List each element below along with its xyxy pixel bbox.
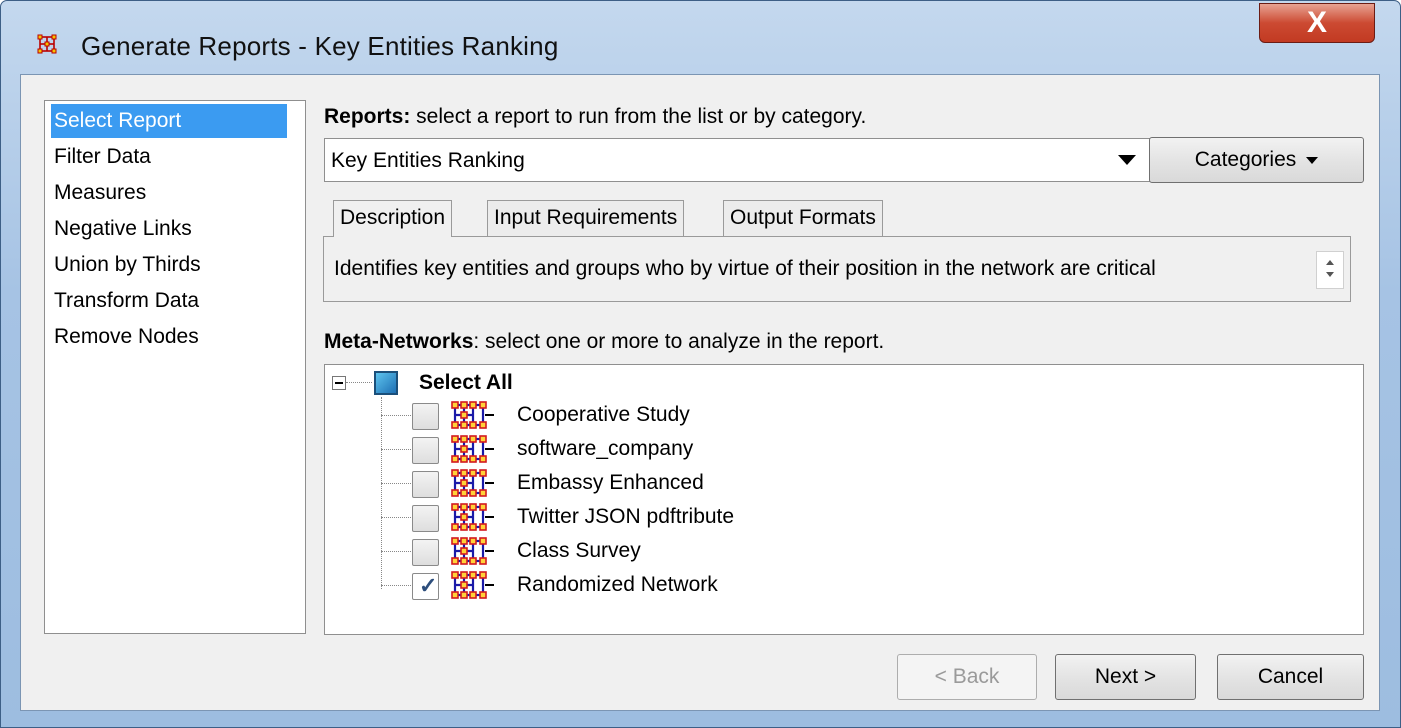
tree-branch: [381, 585, 411, 586]
step-select-report[interactable]: Select Report: [51, 104, 287, 138]
network-checkbox[interactable]: [412, 539, 439, 566]
tree-row: Twitter JSON pdftribute: [381, 501, 981, 535]
reports-label-text: select a report to run from the list or …: [410, 105, 867, 128]
tree-row: Embassy Enhanced: [381, 467, 981, 501]
meta-network-icon: [451, 503, 495, 531]
network-label: Class Survey: [517, 539, 641, 562]
tree-branch: [381, 551, 411, 552]
meta-network-tree: Select All Cooperative Study software_co…: [324, 364, 1364, 635]
tree-row: Cooperative Study: [381, 399, 981, 433]
tab-description[interactable]: Description: [333, 200, 453, 237]
network-checkbox[interactable]: [412, 403, 439, 430]
tab-input-requirements[interactable]: Input Requirements: [487, 200, 685, 236]
scroll-down-icon[interactable]: [1326, 272, 1334, 277]
meta-networks-label-text: : select one or more to analyze in the r…: [473, 330, 885, 353]
report-dialog: Generate Reports - Key Entities Ranking …: [0, 0, 1401, 728]
meta-network-icon: [451, 537, 495, 565]
network-label: Twitter JSON pdftribute: [517, 505, 735, 528]
close-icon: X: [1306, 6, 1327, 39]
select-all-checkbox[interactable]: [374, 371, 398, 395]
report-select-value: Key Entities Ranking: [331, 149, 525, 172]
step-transform-data[interactable]: Transform Data: [51, 284, 287, 318]
cancel-button[interactable]: Cancel: [1217, 654, 1364, 700]
collapse-icon[interactable]: [332, 376, 346, 390]
network-checkbox[interactable]: [412, 437, 439, 464]
step-filter-data[interactable]: Filter Data: [51, 140, 287, 174]
network-checkbox[interactable]: ✓: [412, 573, 439, 600]
network-label: Embassy Enhanced: [517, 471, 704, 494]
title-bar[interactable]: Generate Reports - Key Entities Ranking …: [1, 1, 1400, 69]
tree-row: ✓ Randomized Network: [381, 569, 981, 603]
network-label: Randomized Network: [517, 573, 718, 596]
wizard-step-list: Select Report Filter Data Measures Negat…: [44, 100, 306, 634]
description-scroller[interactable]: [1316, 251, 1344, 289]
report-select[interactable]: Key Entities Ranking: [324, 138, 1151, 182]
reports-label: Reports: select a report to run from the…: [324, 105, 866, 129]
back-button[interactable]: < Back: [897, 654, 1037, 700]
meta-network-icon: [451, 469, 495, 497]
checkmark-icon: ✓: [419, 573, 438, 598]
window-title: Generate Reports - Key Entities Ranking: [81, 31, 559, 61]
tree-branch: [381, 483, 411, 484]
tree-branch: [381, 415, 411, 416]
dialog-body: Select Report Filter Data Measures Negat…: [20, 74, 1380, 711]
tab-output-formats[interactable]: Output Formats: [723, 200, 883, 236]
categories-label: Categories: [1194, 148, 1297, 171]
select-all-label: Select All: [419, 371, 513, 394]
dropdown-arrow-icon: [1118, 155, 1136, 165]
tree-row: Class Survey: [381, 535, 981, 569]
meta-network-icon: [451, 571, 495, 599]
network-checkbox[interactable]: [412, 505, 439, 532]
network-label: Cooperative Study: [517, 403, 690, 426]
next-button[interactable]: Next >: [1055, 654, 1196, 700]
reports-label-bold: Reports:: [324, 105, 411, 128]
description-panel: Identifies key entities and groups who b…: [323, 236, 1351, 302]
tree-branch: [381, 517, 411, 518]
network-checkbox[interactable]: [412, 471, 439, 498]
categories-button[interactable]: Categories: [1149, 137, 1364, 183]
meta-networks-label: Meta-Networks: select one or more to ana…: [324, 330, 884, 354]
step-negative-links[interactable]: Negative Links: [51, 212, 287, 246]
meta-network-icon: [451, 401, 495, 429]
step-union-by-thirds[interactable]: Union by Thirds: [51, 248, 287, 282]
step-remove-nodes[interactable]: Remove Nodes: [51, 320, 287, 354]
close-button[interactable]: X: [1259, 3, 1375, 43]
network-grid-icon: [37, 34, 57, 54]
step-measures[interactable]: Measures: [51, 176, 287, 210]
tree-branch: [381, 449, 411, 450]
report-description: Identifies key entities and groups who b…: [334, 257, 1156, 280]
meta-networks-label-bold: Meta-Networks: [324, 330, 474, 353]
scroll-up-icon[interactable]: [1326, 260, 1334, 265]
network-label: software_company: [517, 437, 694, 460]
chevron-down-icon: [1306, 156, 1319, 164]
meta-network-icon: [451, 435, 495, 463]
tree-connector: [346, 382, 372, 383]
tree-row: software_company: [381, 433, 981, 467]
